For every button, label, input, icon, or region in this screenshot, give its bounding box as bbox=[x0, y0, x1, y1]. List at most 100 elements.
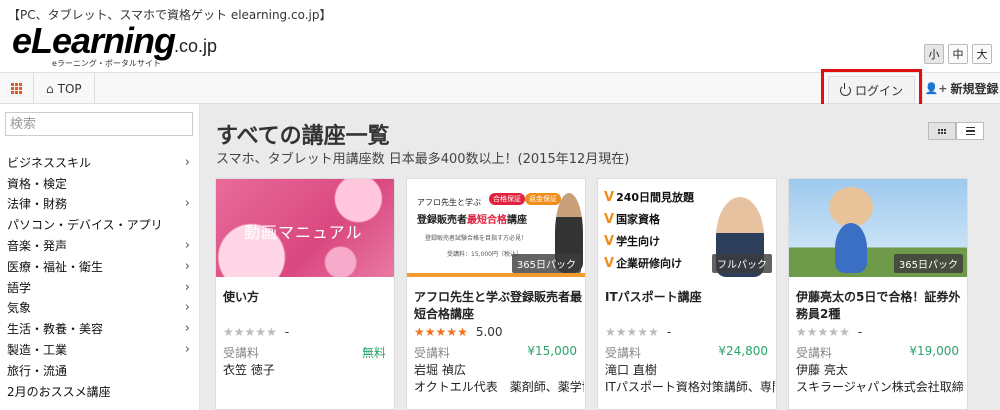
course-title[interactable]: ITパスポート講座 bbox=[605, 289, 773, 306]
site-logo[interactable]: eLearning .co.jp eラーニング・ポータルサイト bbox=[12, 20, 217, 69]
chevron-right-icon: › bbox=[184, 279, 190, 295]
course-rating: ★★★★★ - bbox=[605, 325, 671, 339]
course-thumbnail[interactable]: 動画マニュアル bbox=[216, 179, 394, 277]
thumbnail-feature: V 国家資格 bbox=[604, 211, 661, 227]
course-thumbnail[interactable]: V 240日間見放題 V 国家資格 V 学生向け V 企業研修向け フルパック bbox=[598, 179, 776, 277]
thumbnail-feature: V 240日間見放題 bbox=[604, 189, 695, 205]
thumbnail-note: 登録販売者試験合格を目指す方必見！ bbox=[425, 235, 528, 242]
chevron-right-icon: › bbox=[184, 300, 190, 316]
category-label: 生活・教養・美容 bbox=[7, 322, 104, 337]
category-label: 語学 bbox=[7, 280, 32, 295]
instructor-title: オクトエル代表 薬剤師、薬学博 bbox=[414, 380, 584, 394]
category-label: 気象 bbox=[7, 301, 32, 316]
course-card[interactable]: 365日パック 伊藤亮太の5日で合格！証券外務員2種 ★★★★★ - 受講料 ¥… bbox=[788, 178, 968, 410]
category-label: 2月のおススメ講座 bbox=[7, 384, 111, 399]
category-label: 製造・工業 bbox=[7, 343, 68, 358]
grid-view-icon bbox=[938, 128, 946, 134]
sidebar-category-item[interactable]: 音楽・発声 › bbox=[0, 235, 200, 256]
thumbnail-bar bbox=[407, 273, 585, 277]
category-list: ビジネススキル › 資格・検定 法律・財務 › パソコン・デバイス・アプリ 音楽・発声 › 医療… bbox=[0, 152, 200, 402]
sidebar-category-item[interactable]: 資格・検定 bbox=[0, 173, 200, 194]
star-rating-icon: ★★★★★ bbox=[414, 325, 468, 339]
instructor-title: スキラージャパン株式会社取締 bbox=[796, 380, 964, 394]
course-thumbnail[interactable]: アフロ先生と学ぶ 合格保証 返金保証 登録販売者最短合格講座 登録販売者試験合格… bbox=[407, 179, 585, 277]
sidebar-category-item[interactable]: 生活・教養・美容 › bbox=[0, 318, 200, 339]
nav-top-link[interactable]: ⌂ TOP bbox=[34, 73, 95, 104]
course-title[interactable]: 使い方 bbox=[223, 289, 391, 306]
chevron-right-icon: › bbox=[184, 196, 190, 212]
chevron-right-icon: › bbox=[184, 321, 190, 337]
sidebar-category-item[interactable]: ビジネススキル › bbox=[0, 152, 200, 173]
font-size-large-button[interactable]: 大 bbox=[972, 44, 992, 64]
star-rating-icon: ★★★★★ bbox=[605, 325, 659, 339]
grid-icon bbox=[10, 82, 23, 95]
rating-value: - bbox=[666, 325, 672, 339]
page-subtitle: スマホ、タブレット用講座数 日本最多400数以上！(2015年12月現在) bbox=[216, 152, 630, 167]
course-card[interactable]: アフロ先生と学ぶ 合格保証 返金保証 登録販売者最短合格講座 登録販売者試験合格… bbox=[406, 178, 586, 410]
category-label: 法律・財務 bbox=[7, 197, 68, 212]
page-title: すべての講座一覧 bbox=[216, 124, 390, 149]
sidebar-category-item[interactable]: 旅行・流通 bbox=[0, 360, 200, 381]
category-label: パソコン・デバイス・アプリ bbox=[7, 218, 163, 233]
course-rating: ★★★★★ 5.00 bbox=[414, 325, 503, 339]
course-card[interactable]: V 240日間見放題 V 国家資格 V 学生向け V 企業研修向け フルパック ITパス… bbox=[597, 178, 777, 410]
pack-badge: 365日パック bbox=[893, 254, 963, 273]
sidebar-category-item[interactable]: 気象 › bbox=[0, 298, 200, 319]
instructor-name: 滝口 直樹 bbox=[605, 363, 657, 377]
menu-grid-button[interactable] bbox=[0, 73, 34, 104]
check-v-icon: V bbox=[604, 189, 615, 205]
star-rating-icon: ★★★★★ bbox=[796, 325, 850, 339]
course-title[interactable]: 伊藤亮太の5日で合格！証券外務員2種 bbox=[796, 289, 964, 323]
grid-view-button[interactable] bbox=[928, 122, 956, 140]
search-input[interactable] bbox=[5, 112, 193, 136]
rating-value: 5.00 bbox=[475, 325, 503, 339]
rating-value: - bbox=[857, 325, 863, 339]
mascot-body bbox=[835, 223, 867, 273]
course-rating: ★★★★★ - bbox=[796, 325, 862, 339]
power-icon bbox=[839, 82, 851, 96]
course-card[interactable]: 動画マニュアル 使い方 ★★★★★ - 受講料 無料 衣笠 徳子 bbox=[215, 178, 395, 410]
register-button[interactable]: 👤+ 新規登録 bbox=[922, 73, 1000, 104]
instructor-name: 岩堀 禎広 bbox=[414, 363, 466, 377]
logo-text: eLearning bbox=[12, 20, 176, 61]
refund-badge: 返金保証 bbox=[525, 193, 561, 205]
view-toggle bbox=[928, 122, 984, 140]
sidebar-category-item[interactable]: 医療・福祉・衛生 › bbox=[0, 256, 200, 277]
sidebar-category-item[interactable]: パソコン・デバイス・アプリ bbox=[0, 214, 200, 235]
sidebar-category-item[interactable]: 製造・工業 › bbox=[0, 339, 200, 360]
course-title[interactable]: アフロ先生と学ぶ登録販売者最短合格講座 bbox=[414, 289, 582, 323]
course-rating: ★★★★★ - bbox=[223, 325, 289, 339]
category-label: 音楽・発声 bbox=[7, 239, 68, 254]
check-v-icon: V bbox=[604, 255, 615, 271]
chevron-right-icon: › bbox=[184, 258, 190, 274]
home-icon: ⌂ bbox=[46, 81, 54, 96]
fee-label: 受講料 bbox=[796, 346, 833, 360]
instructor-title: ITパスポート資格対策講師、専門 bbox=[605, 380, 775, 394]
course-thumbnail[interactable]: 365日パック bbox=[789, 179, 967, 277]
login-button[interactable]: ログイン bbox=[828, 76, 915, 104]
user-plus-icon: 👤+ bbox=[924, 82, 948, 95]
login-label: ログイン bbox=[854, 83, 903, 98]
rating-value: - bbox=[284, 325, 290, 339]
site-header: 【PC、タブレット、スマホで資格ゲット elearning.co.jp】 eLe… bbox=[0, 0, 1000, 72]
guarantee-badge: 合格保証 bbox=[489, 193, 525, 205]
sidebar-category-item[interactable]: 2月のおススメ講座 bbox=[0, 381, 200, 402]
sidebar-category-item[interactable]: 法律・財務 › bbox=[0, 194, 200, 215]
course-cards: 動画マニュアル 使い方 ★★★★★ - 受講料 無料 衣笠 徳子 アフロ先生と学… bbox=[215, 178, 968, 410]
mascot-head bbox=[829, 187, 873, 227]
check-v-icon: V bbox=[604, 233, 615, 249]
category-label: ビジネススキル bbox=[7, 155, 92, 170]
course-fee: 無料 bbox=[361, 346, 386, 360]
sidebar-category-item[interactable]: 語学 › bbox=[0, 277, 200, 298]
course-fee: ¥24,800 bbox=[718, 344, 768, 358]
logo-subtitle: eラーニング・ポータルサイト bbox=[52, 59, 161, 68]
thumbnail-text: 動画マニュアル bbox=[244, 223, 363, 242]
list-view-button[interactable] bbox=[956, 122, 984, 140]
chevron-right-icon: › bbox=[184, 342, 190, 358]
fee-label: 受講料 bbox=[223, 346, 260, 360]
sidebar: ビジネススキル›資格・検定法律・財務›パソコン・デバイス・アプリ音楽・発声›医療… bbox=[0, 104, 200, 410]
font-size-small-button[interactable]: 小 bbox=[924, 44, 944, 64]
font-size-medium-button[interactable]: 中 bbox=[948, 44, 968, 64]
list-view-icon bbox=[965, 126, 975, 136]
chevron-right-icon: › bbox=[184, 154, 190, 170]
